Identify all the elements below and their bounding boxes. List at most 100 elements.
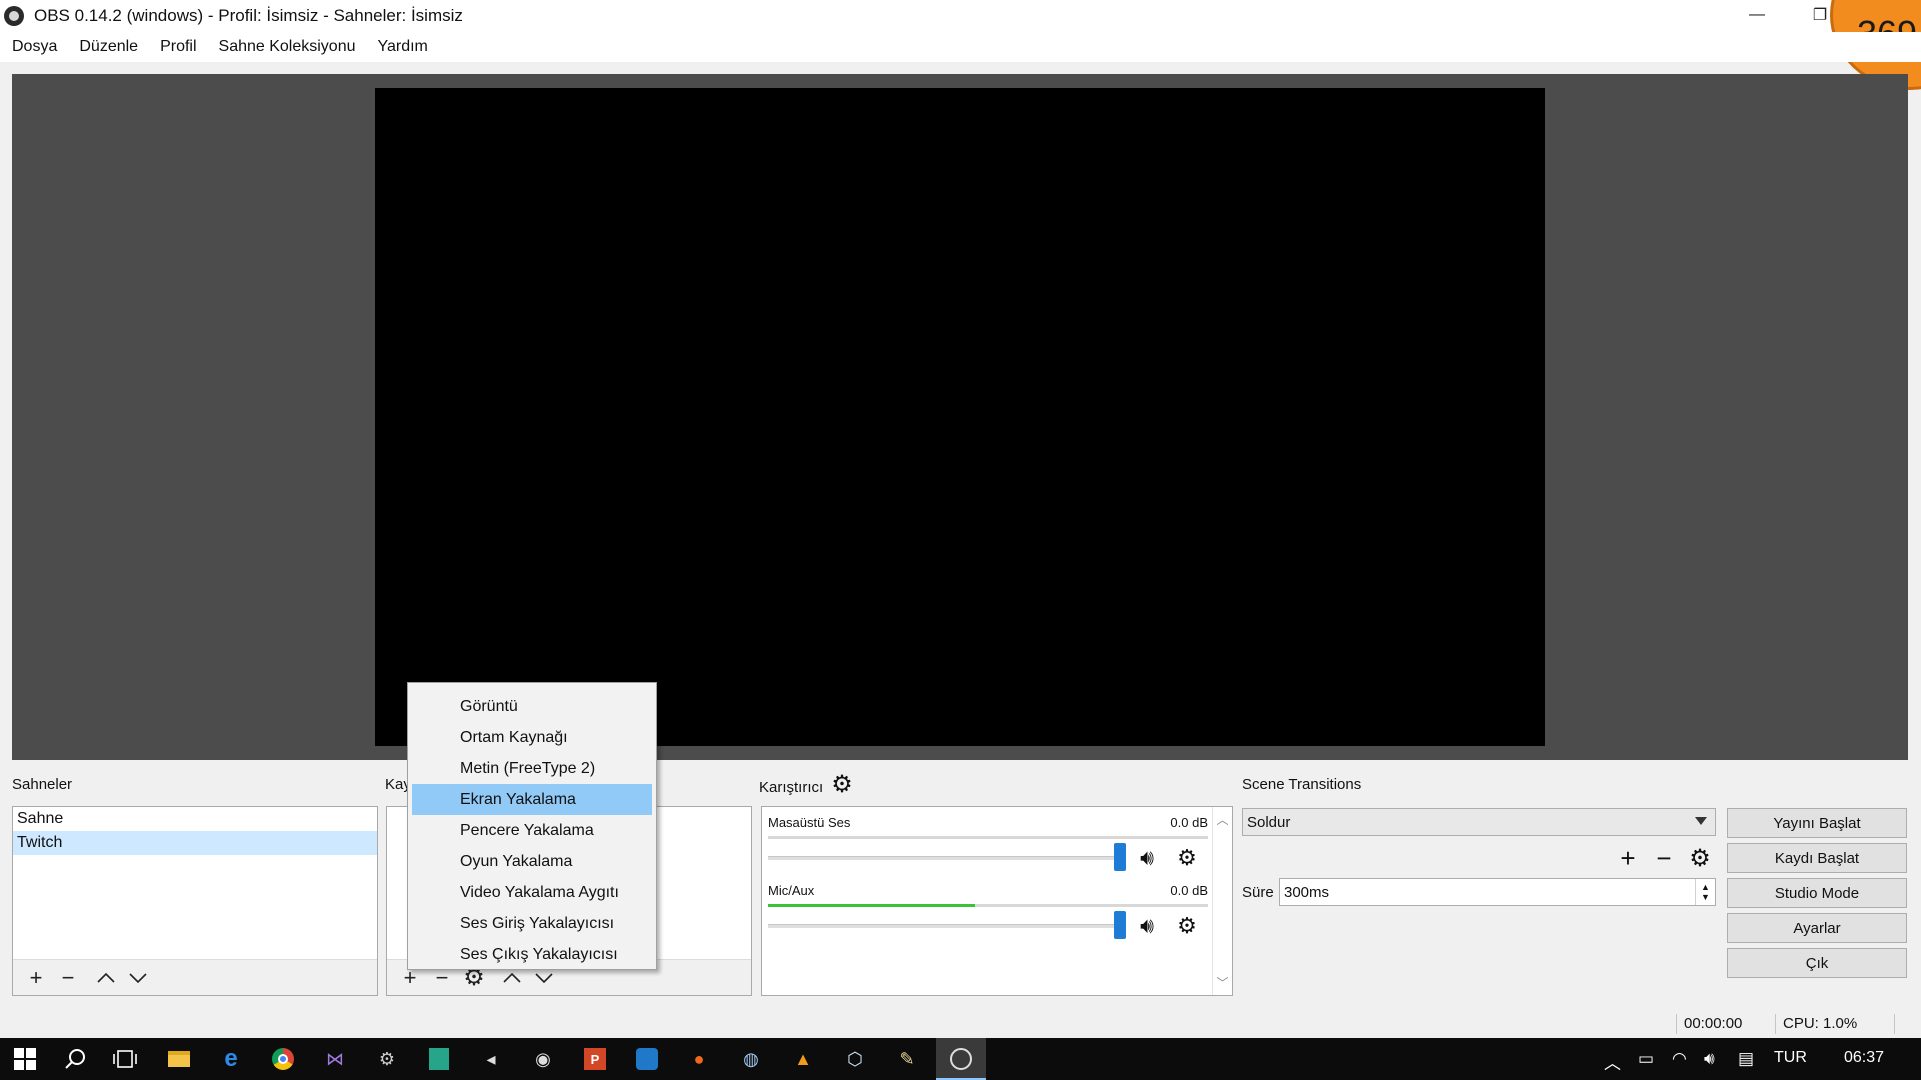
- volume-meter: [768, 836, 1208, 839]
- obs-taskbar-icon[interactable]: [948, 1046, 974, 1072]
- volume-slider[interactable]: [768, 843, 1126, 871]
- channel-gear-icon[interactable]: ⚙: [1174, 913, 1200, 939]
- chrome-icon[interactable]: [270, 1046, 296, 1072]
- menu-profil[interactable]: Profil: [160, 38, 196, 56]
- spin-down-icon[interactable]: ▼: [1701, 892, 1710, 902]
- spin-up-icon[interactable]: ▲: [1701, 882, 1710, 892]
- add-scene-icon[interactable]: +: [21, 963, 51, 993]
- title-bar: OBS 0.14.2 (windows) - Profil: İsimsiz -…: [0, 0, 1921, 32]
- transition-select[interactable]: Soldur: [1242, 808, 1716, 836]
- settings-app-icon[interactable]: ⚙: [374, 1046, 400, 1072]
- start-stream-button[interactable]: Yayını Başlat: [1727, 808, 1907, 838]
- battery-icon[interactable]: ▭: [1638, 1049, 1654, 1069]
- transition-value: Soldur: [1247, 813, 1291, 831]
- windows-start-icon[interactable]: [12, 1046, 38, 1072]
- speaker-icon[interactable]: 🔊︎: [1134, 845, 1160, 871]
- slider-handle[interactable]: [1114, 911, 1126, 939]
- mixer-label: Karıştırıcı: [759, 779, 824, 796]
- menu-item-goruntu[interactable]: Görüntü: [412, 691, 652, 722]
- mixer-channel-desktop: Masaüstü Ses 0.0 dB 🔊︎ ⚙: [768, 815, 1208, 871]
- scenes-label: Sahneler: [12, 776, 73, 793]
- volume-meter: [768, 904, 1208, 907]
- transition-toolbar: + − ⚙: [1610, 843, 1718, 874]
- volume-slider[interactable]: [768, 911, 1126, 939]
- visual-studio-icon[interactable]: ⋈: [322, 1046, 348, 1072]
- notification-icon[interactable]: ▤: [1738, 1049, 1754, 1069]
- duration-label: Süre: [1242, 884, 1274, 901]
- speaker-icon[interactable]: 🔊︎: [1134, 913, 1160, 939]
- taskbar: e ⋈ ⚙ ◂ ◉ P ● ◍ ▲ ⬡ ✎ ︿ ▭ ◠ 🔊︎ ▤ TUR 06:…: [0, 1038, 1921, 1080]
- transition-gear-icon[interactable]: ⚙: [1682, 844, 1718, 873]
- channel-name: Mic/Aux: [768, 883, 815, 898]
- app-orange-icon[interactable]: ●: [686, 1046, 712, 1072]
- app-green-icon[interactable]: [426, 1046, 452, 1072]
- search-icon[interactable]: [62, 1046, 88, 1072]
- scroll-up-icon[interactable]: ︿: [1216, 811, 1228, 828]
- mixer-gear-icon[interactable]: ⚙: [831, 770, 853, 799]
- record-time: 00:00:00: [1684, 1015, 1743, 1032]
- menu-item-ses-giris[interactable]: Ses Giriş Yakalayıcısı: [412, 908, 652, 939]
- settings-button[interactable]: Ayarlar: [1727, 913, 1907, 943]
- preview-canvas[interactable]: [375, 88, 1545, 746]
- channel-gear-icon[interactable]: ⚙: [1174, 845, 1200, 871]
- menu-dosya[interactable]: Dosya: [12, 38, 57, 56]
- app-flame-icon[interactable]: ▲: [790, 1046, 816, 1072]
- menu-item-oyun-yakalama[interactable]: Oyun Yakalama: [412, 846, 652, 877]
- task-view-icon[interactable]: [112, 1046, 138, 1072]
- channel-name: Masaüstü Ses: [768, 815, 851, 830]
- menu-item-pencere-yakalama[interactable]: Pencere Yakalama: [412, 815, 652, 846]
- studio-mode-button[interactable]: Studio Mode: [1727, 878, 1907, 908]
- edge-browser-icon[interactable]: e: [218, 1045, 244, 1072]
- language-indicator[interactable]: TUR: [1774, 1049, 1807, 1067]
- channel-db: 0.0 dB: [1170, 815, 1208, 830]
- steam-icon[interactable]: ◍: [738, 1046, 764, 1072]
- status-separator: [1676, 1014, 1677, 1034]
- move-down-icon[interactable]: [123, 963, 153, 993]
- outlook-icon[interactable]: [634, 1046, 660, 1072]
- taskbar-clock[interactable]: 06:37: [1844, 1049, 1884, 1067]
- tray-chevron-icon[interactable]: ︿: [1604, 1049, 1621, 1074]
- add-source-context-menu: Görüntü Ortam Kaynağı Metin (FreeType 2)…: [407, 682, 657, 970]
- mixer-scrollbar[interactable]: ︿ ﹀: [1212, 807, 1232, 995]
- paint-icon[interactable]: ✎: [894, 1046, 920, 1072]
- app-arrow-icon[interactable]: ◂: [478, 1046, 504, 1072]
- mixer-panel: Masaüstü Ses 0.0 dB 🔊︎ ⚙ Mic/Aux 0.0 dB …: [761, 806, 1233, 996]
- scene-item-sahne[interactable]: Sahne: [13, 807, 377, 831]
- scenes-toolbar: + −: [13, 959, 377, 995]
- slider-handle[interactable]: [1114, 843, 1126, 871]
- menu-item-video-yakalama[interactable]: Video Yakalama Aygıtı: [412, 877, 652, 908]
- menu-sahne-koleksiyonu[interactable]: Sahne Koleksiyonu: [219, 38, 356, 56]
- scenes-panel: Sahne Twitch + −: [12, 806, 378, 996]
- preview-area[interactable]: [12, 74, 1908, 760]
- powerpoint-icon[interactable]: P: [582, 1046, 608, 1072]
- menu-item-ekran-yakalama[interactable]: Ekran Yakalama: [412, 784, 652, 815]
- scene-item-twitch[interactable]: Twitch: [13, 831, 377, 855]
- minimize-button[interactable]: —: [1734, 0, 1780, 30]
- exit-button[interactable]: Çık: [1727, 948, 1907, 978]
- duration-input[interactable]: 300ms ▲ ▼: [1279, 878, 1716, 906]
- remove-transition-icon[interactable]: −: [1646, 843, 1682, 874]
- dropdown-arrow-icon: [1695, 817, 1707, 825]
- menu-item-ses-cikis[interactable]: Ses Çıkış Yakalayıcısı: [412, 939, 652, 970]
- scroll-down-icon[interactable]: ﹀: [1216, 974, 1228, 991]
- wifi-icon[interactable]: ◠: [1672, 1049, 1687, 1069]
- status-separator: [1894, 1014, 1895, 1034]
- move-up-icon[interactable]: [91, 963, 121, 993]
- menu-yardim[interactable]: Yardım: [378, 38, 428, 56]
- spin-buttons[interactable]: ▲ ▼: [1695, 879, 1715, 905]
- remove-scene-icon[interactable]: −: [53, 963, 83, 993]
- file-explorer-icon[interactable]: [166, 1046, 192, 1072]
- mixer-header: Karıştırıcı ⚙: [759, 771, 853, 799]
- volume-icon[interactable]: 🔊︎: [1704, 1049, 1715, 1069]
- menu-item-ortam-kaynagi[interactable]: Ortam Kaynağı: [412, 722, 652, 753]
- app-globe-icon[interactable]: ◉: [530, 1046, 556, 1072]
- mixer-channel-mic: Mic/Aux 0.0 dB 🔊︎ ⚙: [768, 883, 1208, 939]
- start-record-button[interactable]: Kaydı Başlat: [1727, 843, 1907, 873]
- virtualbox-icon[interactable]: ⬡: [842, 1046, 868, 1072]
- menu-item-metin[interactable]: Metin (FreeType 2): [412, 753, 652, 784]
- meter-level: [768, 904, 975, 907]
- status-separator: [1775, 1014, 1776, 1034]
- menu-duzenle[interactable]: Düzenle: [79, 38, 138, 56]
- add-transition-icon[interactable]: +: [1610, 843, 1646, 874]
- menu-bar: Dosya Düzenle Profil Sahne Koleksiyonu Y…: [0, 32, 1921, 62]
